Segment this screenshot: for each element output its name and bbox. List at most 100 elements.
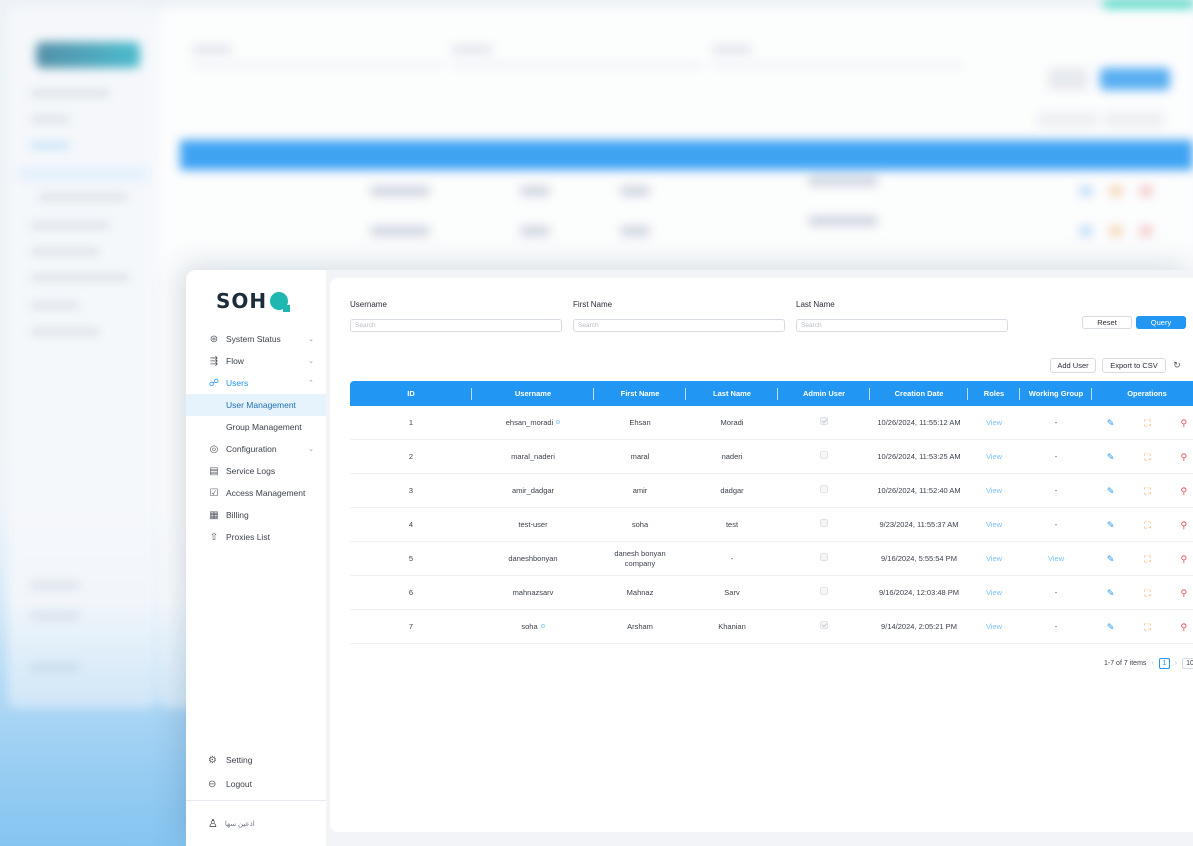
page-button[interactable]: 1 — [1158, 658, 1170, 669]
chevron-down-icon: ⌄ — [308, 336, 314, 343]
search-icon[interactable]: ⚲ — [1180, 452, 1187, 462]
edit-icon[interactable]: ✎ — [1107, 622, 1115, 632]
column-header[interactable]: Username — [472, 387, 594, 400]
search-icon[interactable]: ⚲ — [1180, 520, 1187, 530]
bg-line — [30, 274, 130, 281]
cell-working-group: - — [1054, 519, 1058, 529]
username-search-input[interactable] — [350, 319, 562, 332]
admin-checkbox[interactable] — [820, 553, 828, 561]
cell-last-name: Moradi — [720, 417, 744, 427]
chevron-left-icon[interactable]: ‹ — [1151, 660, 1153, 667]
column-header[interactable]: ID — [350, 387, 472, 400]
sidebar-item-proxies-list[interactable]: ⇧ Proxies List — [186, 526, 326, 548]
sidebar-subitem-label: User Management — [226, 400, 296, 410]
admin-checkbox[interactable] — [820, 417, 828, 425]
sidebar-item-billing[interactable]: ▦ Billing — [186, 504, 326, 526]
cell-last-name: test — [725, 519, 739, 529]
firstname-filter: First Name — [573, 300, 785, 332]
assign-group-icon[interactable]: ⛶ — [1144, 418, 1150, 428]
bg-cell — [1110, 186, 1122, 196]
sidebar-item-users[interactable]: ☍ Users ⌃ — [186, 372, 326, 394]
search-icon[interactable]: ⚲ — [1180, 418, 1187, 428]
sidebar-item-system-status[interactable]: ⊛ System Status ⌄ — [186, 328, 326, 350]
edit-icon[interactable]: ✎ — [1107, 486, 1115, 496]
bg-cell — [370, 226, 430, 236]
search-icon[interactable]: ⚲ — [1180, 554, 1187, 564]
firstname-label: First Name — [573, 300, 613, 309]
sidebar-subitem-user-management[interactable]: User Management — [186, 394, 326, 416]
admin-checkbox[interactable] — [820, 587, 828, 595]
sidebar-item-flow[interactable]: ⇶ Flow ⌄ — [186, 350, 326, 372]
cell-id: 2 — [408, 451, 414, 461]
cell-roles[interactable]: View — [968, 486, 1020, 496]
search-icon[interactable]: ⚲ — [1180, 622, 1187, 632]
edit-icon[interactable]: ✎ — [1107, 452, 1115, 462]
chevron-down-icon: ⌄ — [308, 446, 314, 453]
users-table: ID Username First Name Last Name Admin U… — [350, 381, 1193, 644]
lastname-search-input[interactable] — [796, 319, 1008, 332]
column-header[interactable]: Working Group — [1020, 387, 1092, 400]
assign-group-icon[interactable]: ⛶ — [1144, 486, 1150, 496]
cell-roles[interactable]: View — [968, 452, 1020, 462]
page-size-select[interactable]: 10 — [1182, 658, 1193, 669]
assign-group-icon[interactable]: ⛶ — [1144, 520, 1150, 530]
current-user[interactable]: ♙ اذعین سها — [186, 800, 326, 846]
column-header[interactable]: Roles — [968, 387, 1020, 400]
bg-line — [30, 116, 70, 123]
cell-first-name: danesh bonyan company — [614, 548, 666, 568]
edit-icon[interactable]: ✎ — [1107, 588, 1115, 598]
column-header[interactable]: Operations — [1092, 388, 1193, 400]
column-header[interactable]: Last Name — [686, 387, 778, 400]
sidebar-subitem-group-management[interactable]: Group Management — [186, 416, 326, 438]
cell-roles[interactable]: View — [968, 520, 1020, 530]
edit-icon[interactable]: ✎ — [1107, 418, 1115, 428]
gauge-icon: ⊛ — [209, 333, 219, 345]
logo-mark — [270, 292, 291, 312]
edit-icon[interactable]: ✎ — [1107, 520, 1115, 530]
cell-roles[interactable]: View — [968, 588, 1020, 598]
cell-roles[interactable]: View — [968, 418, 1020, 428]
query-button[interactable]: Query — [1136, 316, 1186, 329]
cell-roles[interactable]: View — [968, 622, 1020, 632]
firstname-search-input[interactable] — [573, 319, 785, 332]
cell-first-name: soha — [631, 519, 649, 529]
assign-group-icon[interactable]: ⛶ — [1144, 554, 1150, 564]
chevron-right-icon[interactable]: › — [1175, 660, 1177, 667]
admin-checkbox[interactable] — [820, 485, 828, 493]
bg-btn — [1100, 68, 1170, 90]
bg-cell — [808, 216, 878, 226]
edit-icon[interactable]: ✎ — [1107, 554, 1115, 564]
refresh-icon[interactable]: ↻ — [1170, 358, 1184, 373]
cell-operations: ✎ ⛶ ⚲ — [1092, 452, 1193, 462]
bg-line — [30, 328, 100, 335]
sidebar-item-setting[interactable]: ⚙ Setting — [186, 748, 326, 772]
bg-line — [452, 46, 492, 53]
bg-line — [30, 302, 80, 309]
reset-button[interactable]: Reset — [1082, 316, 1132, 329]
admin-checkbox[interactable] — [820, 621, 828, 629]
user-management-panel: Username First Name Last Name Reset Quer… — [330, 278, 1193, 832]
add-user-button[interactable]: Add User — [1050, 358, 1096, 373]
cell-first-name: Ehsan — [629, 417, 651, 427]
sidebar-item-service-logs[interactable]: ▤ Service Logs — [186, 460, 326, 482]
cell-roles[interactable]: View — [968, 554, 1020, 564]
cell-creation-date: 10/26/2024, 11:55:12 AM — [877, 417, 961, 427]
column-header[interactable]: Creation Date — [870, 387, 968, 400]
assign-group-icon[interactable]: ⛶ — [1144, 622, 1150, 632]
cell-working-group[interactable]: View — [1020, 554, 1092, 564]
sidebar-item-logout[interactable]: ⊖ Logout — [186, 772, 326, 796]
sidebar: SOH ⊛ System Status ⌄ ⇶ Flow ⌄ ☍ Users ⌃… — [186, 270, 326, 846]
export-csv-button[interactable]: Export to CSV — [1102, 358, 1166, 373]
assign-group-icon[interactable]: ⛶ — [1144, 588, 1150, 598]
admin-checkbox[interactable] — [820, 451, 828, 459]
column-header[interactable]: Admin User — [778, 387, 870, 400]
sidebar-item-access-management[interactable]: ☑ Access Management — [186, 482, 326, 504]
column-header[interactable]: First Name — [594, 387, 686, 400]
assign-group-icon[interactable]: ⛶ — [1144, 452, 1150, 462]
search-icon[interactable]: ⚲ — [1180, 486, 1187, 496]
cell-admin-user — [778, 621, 870, 632]
search-icon[interactable]: ⚲ — [1180, 588, 1187, 598]
admin-checkbox[interactable] — [820, 519, 828, 527]
cell-first-name: Mahnaz — [626, 587, 654, 597]
sidebar-item-configuration[interactable]: ◎ Configuration ⌄ — [186, 438, 326, 460]
